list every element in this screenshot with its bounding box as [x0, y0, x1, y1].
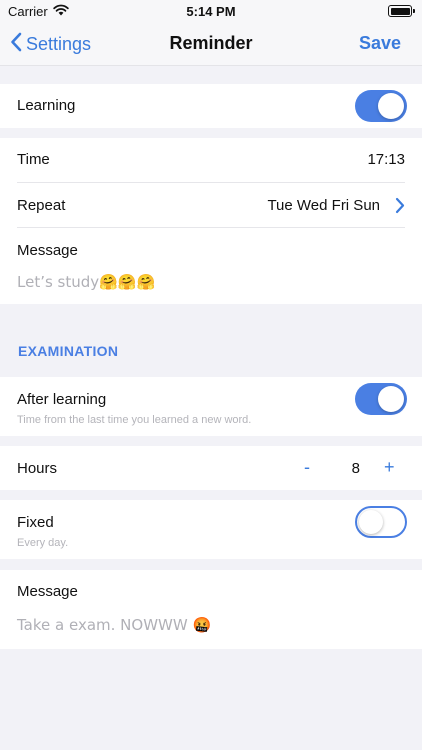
- chevron-right-icon: [395, 197, 405, 219]
- navigation-bar: Settings Reminder Save: [0, 22, 422, 66]
- time-label: Time: [17, 151, 50, 168]
- status-bar: Carrier 5:14 PM: [0, 0, 422, 22]
- exam-message-group: Message Take a exam. NOWWW 🤬: [0, 570, 422, 649]
- learning-group: Learning: [0, 84, 422, 128]
- divider: [17, 227, 405, 228]
- toggle-knob: [359, 510, 383, 534]
- fixed-label: Fixed: [17, 514, 54, 531]
- save-button[interactable]: Save: [359, 33, 401, 54]
- hours-label: Hours: [17, 460, 58, 477]
- fixed-description: Every day.: [17, 537, 69, 549]
- after-learning-label: After learning: [17, 391, 107, 408]
- hours-increment-button[interactable]: +: [384, 457, 395, 478]
- schedule-group: Time 17:13 Repeat Tue Wed Fri Sun Messag…: [0, 138, 422, 304]
- time-value[interactable]: 17:13: [367, 151, 405, 168]
- battery-icon: [388, 5, 415, 17]
- hours-decrement-button[interactable]: -: [304, 457, 310, 478]
- learning-toggle[interactable]: [355, 90, 407, 122]
- fixed-group: Fixed Every day.: [0, 500, 422, 559]
- repeat-label: Repeat: [17, 197, 66, 214]
- status-time: 5:14 PM: [186, 4, 236, 19]
- message-input[interactable]: Let’s study🤗🤗🤗: [17, 273, 155, 291]
- message-label: Message: [17, 242, 78, 259]
- after-learning-description: Time from the last time you learned a ne…: [17, 414, 252, 426]
- hours-value: 8: [351, 460, 360, 477]
- repeat-value: Tue Wed Fri Sun: [267, 197, 380, 214]
- fixed-toggle[interactable]: [355, 506, 407, 538]
- learning-label: Learning: [17, 97, 76, 114]
- toggle-knob: [378, 93, 404, 119]
- toggle-knob: [378, 386, 404, 412]
- after-learning-toggle[interactable]: [355, 383, 407, 415]
- section-header-examination: EXAMINATION: [18, 343, 119, 359]
- hours-group: Hours - 8 +: [0, 446, 422, 490]
- after-learning-group: After learning Time from the last time y…: [0, 377, 422, 436]
- exam-message-input[interactable]: Take a exam. NOWWW 🤬: [17, 616, 211, 634]
- exam-message-label: Message: [17, 583, 78, 600]
- repeat-row[interactable]: Repeat Tue Wed Fri Sun: [0, 183, 422, 227]
